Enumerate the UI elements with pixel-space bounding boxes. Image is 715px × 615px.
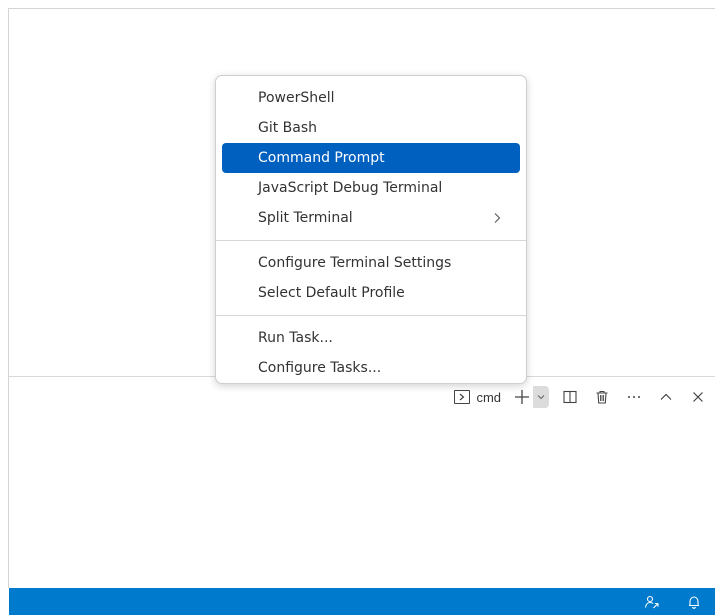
- split-icon[interactable]: [559, 386, 581, 408]
- menu-item-label: Select Default Profile: [258, 285, 405, 301]
- chevron-right-icon: [492, 203, 502, 233]
- menu-item-command-prompt[interactable]: Command Prompt: [222, 143, 520, 173]
- menu-separator: [216, 240, 526, 241]
- remote-feedback-icon[interactable]: [641, 591, 663, 613]
- menu-item-label: PowerShell: [258, 90, 335, 106]
- menu-item-configure-tasks[interactable]: Configure Tasks...: [222, 353, 520, 383]
- more-icon[interactable]: [623, 386, 645, 408]
- menu-item-label: Split Terminal: [258, 210, 353, 226]
- new-terminal-split-button: [511, 386, 549, 408]
- terminal-profile-menu: PowerShell Git Bash Command Prompt JavaS…: [215, 75, 527, 384]
- menu-item-label: Run Task...: [258, 330, 333, 346]
- menu-item-run-task[interactable]: Run Task...: [222, 323, 520, 353]
- menu-item-powershell[interactable]: PowerShell: [222, 83, 520, 113]
- menu-item-select-default-profile[interactable]: Select Default Profile: [222, 278, 520, 308]
- menu-item-split-terminal[interactable]: Split Terminal: [222, 203, 520, 233]
- status-bar-right: [621, 588, 705, 615]
- menu-item-git-bash[interactable]: Git Bash: [222, 113, 520, 143]
- close-icon[interactable]: [687, 386, 709, 408]
- menu-item-javascript-debug-terminal[interactable]: JavaScript Debug Terminal: [222, 173, 520, 203]
- panel-toolbar: cmd: [454, 385, 715, 409]
- terminal-panel[interactable]: cmd: [9, 377, 715, 588]
- menu-item-configure-terminal-settings[interactable]: Configure Terminal Settings: [222, 248, 520, 278]
- status-bar: [9, 588, 715, 615]
- terminal-instance-cmd[interactable]: cmd: [454, 386, 501, 408]
- plus-icon[interactable]: [511, 386, 533, 408]
- menu-item-label: JavaScript Debug Terminal: [258, 180, 443, 196]
- terminal-icon: [454, 390, 471, 404]
- menu-item-label: Command Prompt: [258, 150, 385, 166]
- terminal-instance-label: cmd: [476, 389, 501, 405]
- menu-item-label: Configure Terminal Settings: [258, 255, 452, 271]
- chevron-down-icon[interactable]: [533, 386, 549, 408]
- bell-icon[interactable]: [683, 591, 705, 613]
- menu-separator: [216, 315, 526, 316]
- menu-item-label: Configure Tasks...: [258, 360, 382, 376]
- menu-item-label: Git Bash: [258, 120, 318, 136]
- chevron-up-icon[interactable]: [655, 386, 677, 408]
- vscode-window: cmd PowerShell Git Bash Command Prompt J…: [0, 0, 715, 615]
- trash-icon[interactable]: [591, 386, 613, 408]
